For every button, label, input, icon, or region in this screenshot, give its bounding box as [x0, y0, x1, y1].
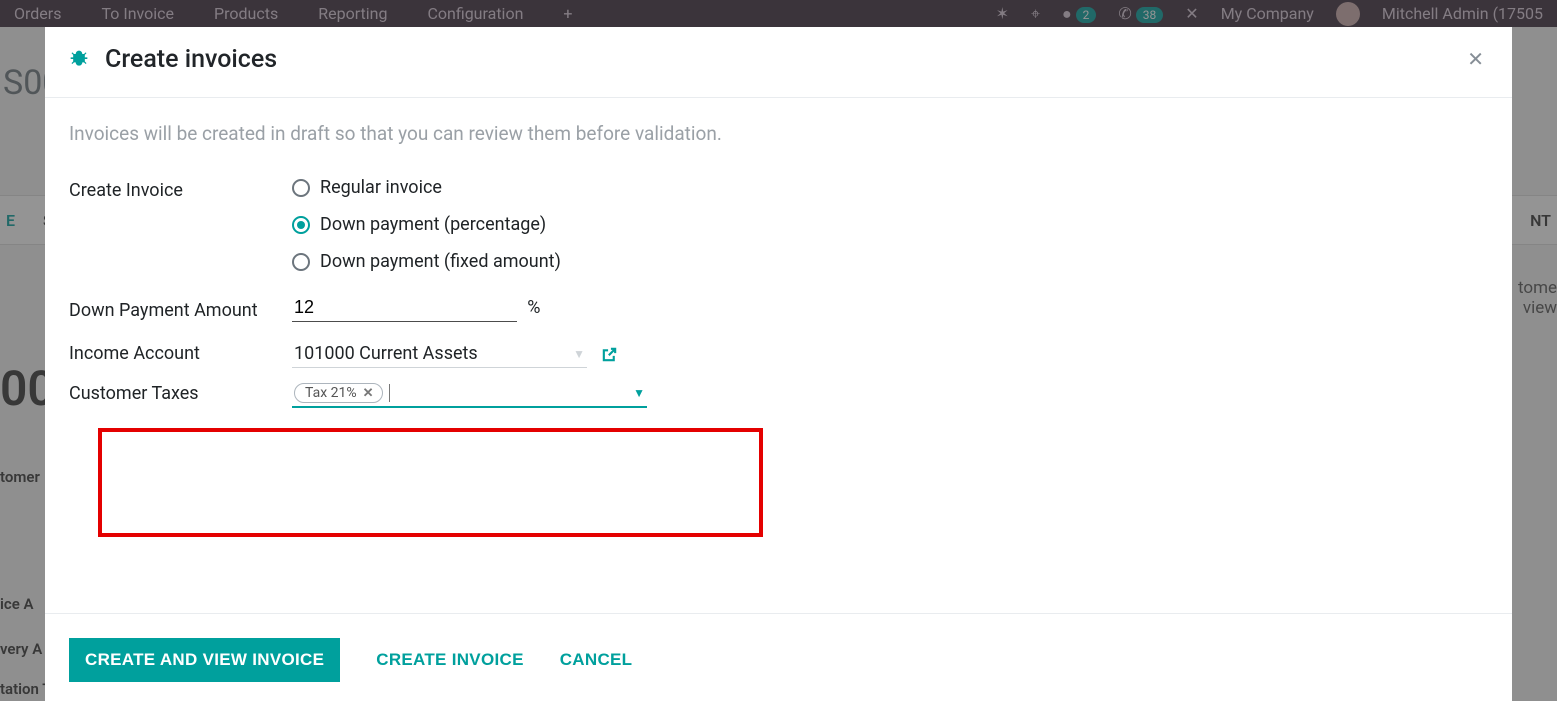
modal-body: Invoices will be created in draft so tha…: [45, 98, 1512, 613]
bug-icon[interactable]: [69, 49, 89, 69]
label-customer-taxes: Customer Taxes: [69, 380, 292, 404]
dp-amount-field: %: [292, 294, 540, 322]
tag-remove-icon[interactable]: ✕: [363, 386, 374, 401]
radio-circle-icon: [292, 253, 310, 271]
close-icon[interactable]: ✕: [1463, 43, 1488, 75]
radio-dp-percentage[interactable]: Down payment (percentage): [292, 214, 561, 235]
label-dp-amount: Down Payment Amount: [69, 294, 292, 324]
tax-tag-label: Tax 21%: [305, 385, 357, 401]
income-account-field: 101000 Current Assets ▼: [292, 340, 618, 368]
modal-footer: CREATE AND VIEW INVOICE CREATE INVOICE C…: [45, 613, 1512, 706]
income-account-value: 101000 Current Assets: [294, 343, 569, 364]
create-invoice-radios: Regular invoice Down payment (percentage…: [292, 177, 561, 272]
intro-text: Invoices will be created in draft so tha…: [69, 122, 1488, 145]
income-account-select[interactable]: 101000 Current Assets ▼: [292, 340, 587, 368]
modal-title: Create invoices: [105, 45, 277, 74]
radio-circle-icon: [292, 216, 310, 234]
tax-tag[interactable]: Tax 21% ✕: [294, 383, 383, 403]
radio-dp-fixed-label: Down payment (fixed amount): [320, 251, 561, 272]
radio-regular-label: Regular invoice: [320, 177, 442, 198]
radio-circle-icon: [292, 179, 310, 197]
radio-regular[interactable]: Regular invoice: [292, 177, 561, 198]
create-invoice-button[interactable]: CREATE INVOICE: [376, 650, 523, 670]
caret-down-icon: ▼: [633, 386, 645, 400]
modal-header: Create invoices ✕: [45, 27, 1512, 98]
dp-amount-input[interactable]: [292, 294, 517, 322]
cancel-button[interactable]: CANCEL: [560, 650, 633, 670]
label-income-account: Income Account: [69, 340, 292, 364]
label-create-invoice: Create Invoice: [69, 177, 292, 201]
taxes-input[interactable]: [389, 384, 634, 402]
customer-taxes-select[interactable]: Tax 21% ✕ ▼: [292, 380, 647, 408]
percent-suffix: %: [527, 297, 540, 318]
radio-dp-fixed[interactable]: Down payment (fixed amount): [292, 251, 561, 272]
caret-down-icon: ▼: [573, 347, 585, 361]
customer-taxes-field: Tax 21% ✕ ▼: [292, 380, 647, 408]
external-link-icon[interactable]: [601, 344, 618, 364]
create-and-view-invoice-button[interactable]: CREATE AND VIEW INVOICE: [69, 638, 340, 682]
radio-dp-percentage-label: Down payment (percentage): [320, 214, 546, 235]
create-invoices-modal: Create invoices ✕ Invoices will be creat…: [45, 27, 1512, 706]
